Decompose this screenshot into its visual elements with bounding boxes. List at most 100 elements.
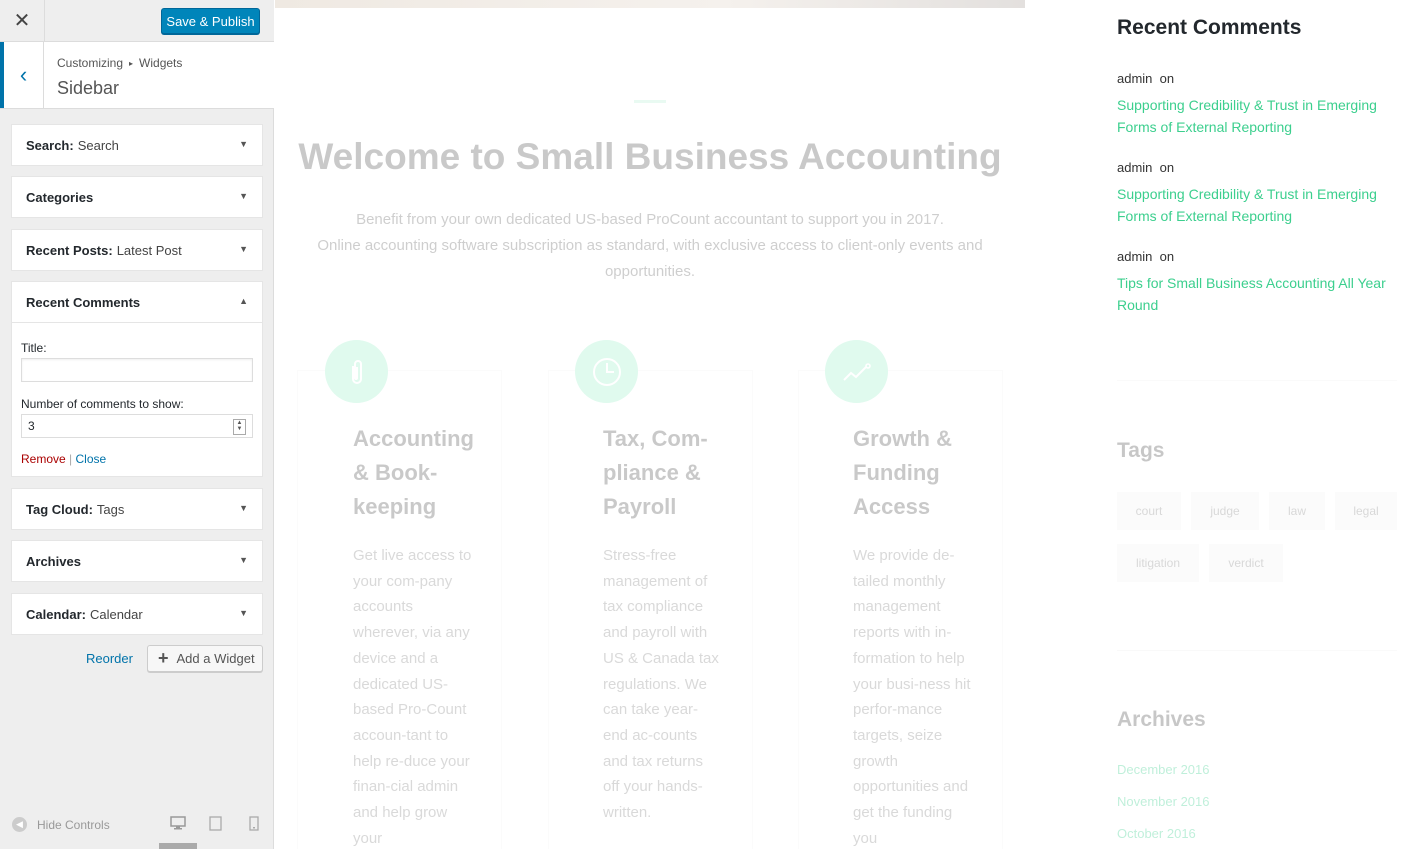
back-button[interactable]: ‹ — [0, 42, 44, 108]
card-text: Stress-free management of tax compliance… — [603, 547, 719, 822]
site-preview: Welcome to Small Business Accounting Ben… — [275, 0, 1419, 849]
expand-arrow-icon[interactable]: ▼ — [239, 555, 248, 565]
card-text: Get live access to your com-pany account… — [353, 547, 472, 847]
widget-title: Tag Cloud: — [26, 501, 93, 517]
card-text: We provide de-tailed monthly management … — [853, 547, 971, 847]
intro-text: Benefit from your own dedicated US-based… — [295, 207, 1005, 285]
widget-actions: Remove | Close — [21, 452, 253, 466]
chevron-left-icon: ‹ — [19, 62, 28, 87]
widget-search[interactable]: Search: Search ▼ — [11, 124, 263, 166]
remove-link[interactable]: Remove — [21, 452, 66, 466]
plus-icon: + — [158, 648, 169, 668]
add-widget-button[interactable]: + Add a Widget — [147, 645, 263, 672]
breadcrumb-widgets: Widgets — [139, 56, 183, 70]
widget-subtitle: Latest Post — [116, 242, 182, 258]
add-widget-label: Add a Widget — [176, 651, 255, 666]
title-input[interactable] — [21, 358, 253, 382]
breadcrumb: Customizing ▸ Widgets — [57, 56, 182, 70]
trend-icon — [825, 340, 888, 403]
mobile-preview-icon[interactable] — [249, 816, 259, 834]
archives-heading: Archives — [1117, 708, 1206, 731]
section-title: Sidebar — [57, 78, 120, 98]
hero-image-strip — [275, 0, 1025, 8]
expand-arrow-icon[interactable]: ▼ — [239, 191, 248, 201]
expand-arrow-icon[interactable]: ▼ — [239, 139, 248, 149]
comment-count-input[interactable]: 3 ▲ ▼ — [21, 414, 253, 438]
save-publish-button[interactable]: Save & Publish — [161, 8, 260, 34]
count-field-label: Number of comments to show: — [21, 397, 184, 411]
widget-subtitle: Calendar — [89, 606, 143, 622]
widget-title: Recent Comments — [26, 294, 141, 310]
customizer-header: ✕ Save & Publish — [0, 0, 274, 42]
tags-heading: Tags — [1117, 439, 1165, 462]
recent-comments-heading: Recent Comments — [1117, 16, 1302, 39]
reorder-link[interactable]: Reorder — [86, 651, 133, 666]
section-header: ‹ Customizing ▸ Widgets Sidebar — [0, 42, 274, 109]
clock-icon — [575, 340, 638, 403]
comment-author: admin — [1117, 249, 1153, 264]
comment-post-link[interactable]: Supporting Credibility & Trust in Emergi… — [1117, 183, 1387, 227]
tag-pill[interactable]: judge — [1191, 492, 1259, 530]
widget-header[interactable]: Archives ▼ — [12, 541, 262, 581]
tag-pill[interactable]: legal — [1335, 492, 1397, 530]
comment-meta: admin on — [1117, 160, 1174, 175]
hide-controls-label: Hide Controls — [37, 817, 110, 832]
collapse-circle-icon: ◀ — [12, 817, 27, 832]
archive-link[interactable]: October 2016 — [1117, 826, 1196, 841]
tag-pill[interactable]: litigation — [1117, 544, 1199, 582]
customizer-footer: ◀ Hide Controls — [0, 805, 274, 849]
close-icon: ✕ — [13, 10, 31, 32]
archive-link[interactable]: December 2016 — [1117, 762, 1210, 777]
widget-title: Calendar: — [26, 606, 86, 622]
breadcrumb-separator-icon: ▸ — [129, 59, 134, 68]
widget-subtitle: Tags — [96, 501, 125, 517]
active-device-indicator — [159, 843, 197, 849]
desktop-preview-icon[interactable] — [170, 816, 186, 833]
widget-header[interactable]: Recent Comments ▲ — [12, 282, 262, 323]
comment-author: admin — [1117, 160, 1153, 175]
widget-title: Recent Posts: — [26, 242, 113, 258]
widget-header[interactable]: Tag Cloud: Tags ▼ — [12, 489, 262, 529]
title-field-label: Title: — [21, 341, 47, 355]
expand-arrow-icon[interactable]: ▼ — [239, 503, 248, 513]
customizer-panel: ✕ Save & Publish ‹ Customizing ▸ Widgets S… — [0, 0, 274, 849]
welcome-heading: Welcome to Small Business Accounting — [298, 136, 1002, 177]
close-customizer-button[interactable]: ✕ — [0, 0, 45, 41]
card-title: Growth & Funding Access — [853, 426, 952, 519]
widget-calendar[interactable]: Calendar: Calendar ▼ — [11, 593, 263, 635]
close-link[interactable]: Close — [75, 452, 106, 466]
widget-categories[interactable]: Categories ▼ — [11, 176, 263, 218]
spinner-icon[interactable]: ▲ ▼ — [233, 419, 246, 435]
widget-header[interactable]: Search: Search ▼ — [12, 125, 262, 165]
comment-post-link[interactable]: Tips for Small Business Accounting All Y… — [1117, 272, 1387, 316]
widget-header[interactable]: Categories ▼ — [12, 177, 262, 217]
divider — [1117, 380, 1397, 381]
widget-subtitle: Search — [77, 137, 119, 153]
widget-header[interactable]: Calendar: Calendar ▼ — [12, 594, 262, 634]
comment-on: on — [1159, 71, 1175, 86]
archive-link[interactable]: November 2016 — [1117, 794, 1210, 809]
tablet-preview-icon[interactable] — [209, 816, 222, 834]
tag-pill[interactable]: verdict — [1209, 544, 1283, 582]
widget-title: Search: — [26, 137, 74, 153]
widget-archives[interactable]: Archives ▼ — [11, 540, 263, 582]
title-accent-line — [634, 100, 666, 103]
hide-controls-button[interactable]: ◀ Hide Controls — [12, 817, 110, 832]
widget-title: Archives — [26, 553, 81, 569]
tag-pill[interactable]: court — [1117, 492, 1181, 530]
divider — [1117, 650, 1397, 651]
expand-arrow-icon[interactable]: ▼ — [239, 608, 248, 618]
comment-author: admin — [1117, 71, 1153, 86]
expand-arrow-icon[interactable]: ▼ — [239, 244, 248, 254]
widget-recent-comments[interactable]: Recent Comments ▲ Title: Number of comme… — [11, 281, 263, 477]
widget-recent-posts[interactable]: Recent Posts: Latest Post ▼ — [11, 229, 263, 271]
widget-form: Title: Number of comments to show: 3 ▲ ▼ … — [12, 341, 262, 466]
tag-pill[interactable]: law — [1269, 492, 1325, 530]
widget-tag-cloud[interactable]: Tag Cloud: Tags ▼ — [11, 488, 263, 530]
collapse-arrow-icon[interactable]: ▲ — [239, 296, 248, 306]
comment-post-link[interactable]: Supporting Credibility & Trust in Emergi… — [1117, 94, 1387, 138]
comment-meta: admin on — [1117, 71, 1174, 86]
comment-on: on — [1159, 160, 1175, 175]
intro-line-2: Online accounting software subscription … — [317, 237, 983, 280]
widget-header[interactable]: Recent Posts: Latest Post ▼ — [12, 230, 262, 270]
